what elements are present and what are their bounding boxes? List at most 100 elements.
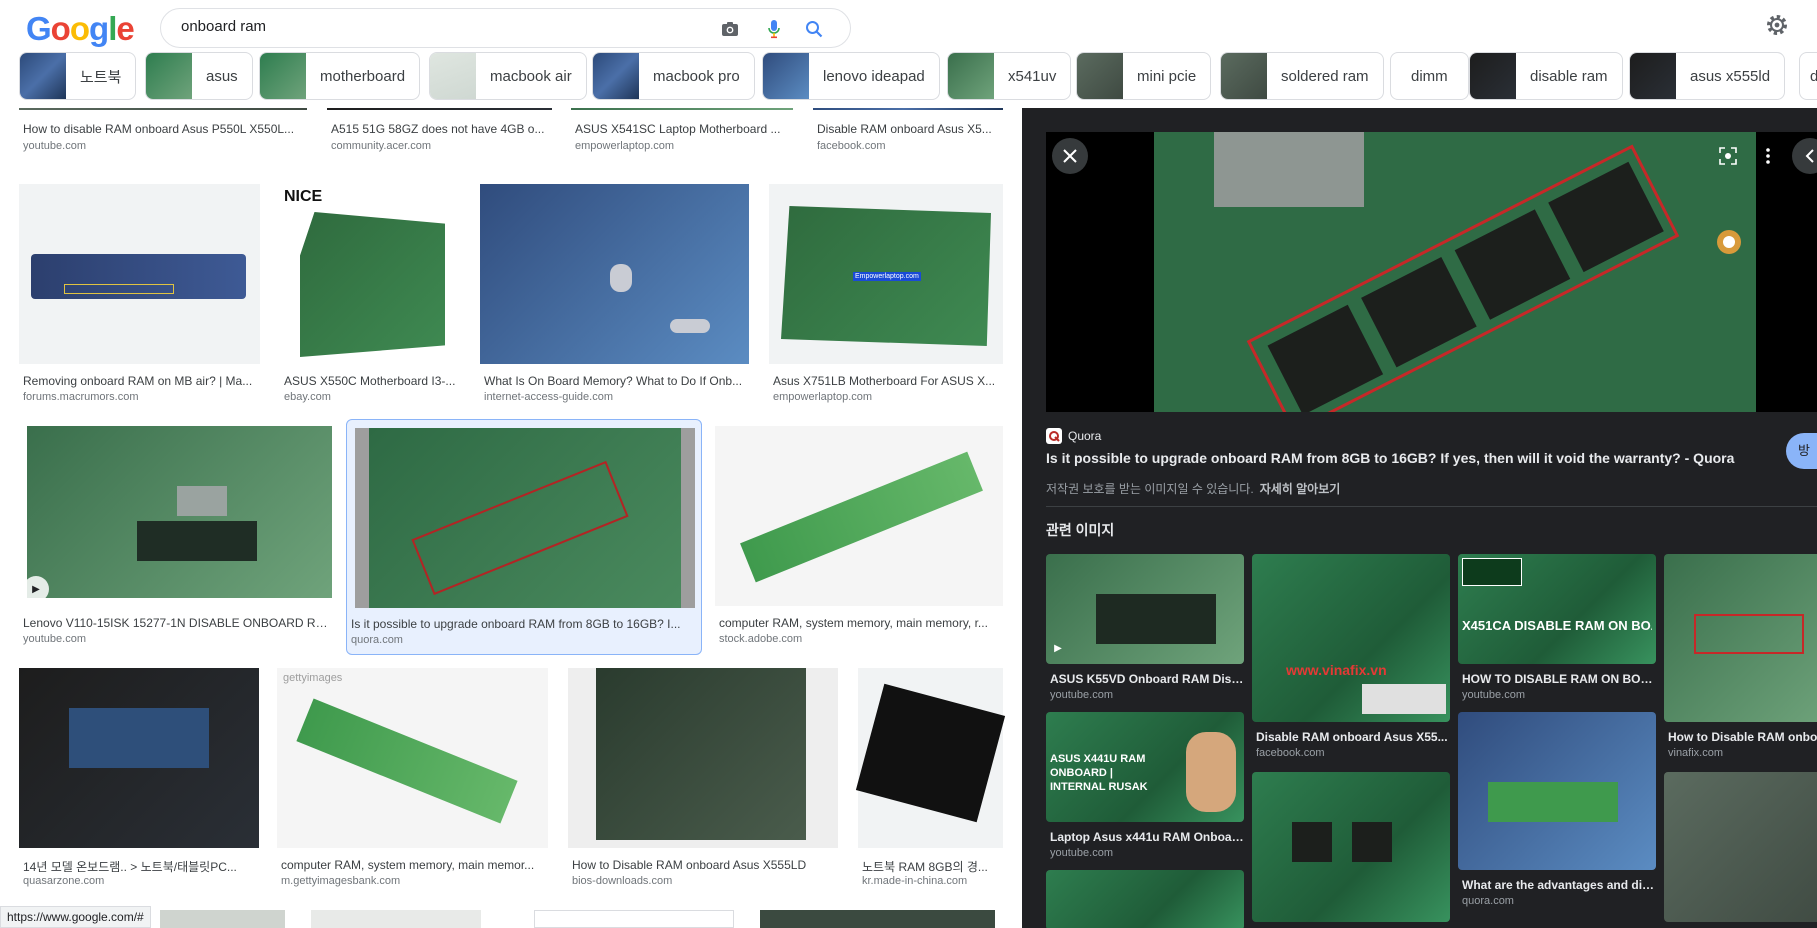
- panel-title[interactable]: Is it possible to upgrade onboard RAM fr…: [1046, 450, 1734, 466]
- result-title: 14년 모델 온보드램.. > 노트북/태블릿PC...: [23, 860, 237, 874]
- logo-letter: o: [50, 10, 71, 47]
- result-source: empowerlaptop.com: [575, 140, 675, 152]
- result-card[interactable]: What Is On Board Memory? What to Do If O…: [480, 184, 749, 404]
- result-title: Removing onboard RAM on MB air? | Ma...: [23, 374, 253, 388]
- chip[interactable]: asus: [145, 52, 253, 100]
- result-title: Lenovo V110-15ISK 15277-1N DISABLE ONBOA…: [23, 616, 331, 630]
- search-icon[interactable]: [803, 18, 825, 40]
- chip-thumbnail: [763, 53, 809, 99]
- result-image: NICE: [280, 184, 460, 364]
- result-card[interactable]: [534, 910, 734, 928]
- related-image: [1664, 772, 1817, 922]
- chip[interactable]: mini pcie: [1076, 52, 1212, 100]
- related-source: quora.com: [1462, 895, 1514, 907]
- google-logo[interactable]: Google: [26, 10, 135, 48]
- result-card[interactable]: A515 51G 58GZ does not have 4GB o... com…: [327, 108, 552, 160]
- chip-thumbnail: [593, 53, 639, 99]
- chip[interactable]: lenovo ideapad: [762, 52, 940, 100]
- related-title: Laptop Asus x441u RAM Onboar...: [1050, 830, 1244, 844]
- logo-letter: e: [116, 10, 134, 47]
- related-source: youtube.com: [1050, 689, 1113, 701]
- logo-letter: G: [26, 10, 52, 47]
- result-source: stock.adobe.com: [719, 633, 803, 645]
- related-image-card[interactable]: How to Disable RAM onboa... vinafix.com: [1664, 554, 1817, 764]
- result-card[interactable]: 노트북 RAM 8GB의 경... kr.made-in-china.com: [855, 668, 1006, 888]
- result-source: quasarzone.com: [23, 875, 105, 887]
- related-image: [1046, 870, 1244, 928]
- chip[interactable]: motherboard: [259, 52, 421, 100]
- related-image-card[interactable]: What are the advantages and dis... quora…: [1458, 712, 1656, 922]
- result-card[interactable]: NICE ASUS X550C Motherboard I3-... ebay.…: [280, 184, 460, 404]
- chip-thumbnail: [1630, 53, 1676, 99]
- related-image-card[interactable]: [1046, 870, 1244, 928]
- chip[interactable]: asus x555ld: [1629, 52, 1786, 100]
- result-image: [355, 428, 695, 608]
- result-card[interactable]: ▶ Lenovo V110-15ISK 15277-1N DISABLE ONB…: [19, 426, 332, 646]
- microphone-icon[interactable]: [763, 18, 785, 40]
- chip-thumbnail: [430, 53, 476, 99]
- chevron-left-icon[interactable]: [1792, 138, 1817, 174]
- related-image-card[interactable]: X451CA DISABLE RAM ON BOARD HOW TO DISAB…: [1458, 554, 1656, 704]
- related-image: [1458, 712, 1656, 870]
- result-card[interactable]: How to disable RAM onboard Asus P550L X5…: [19, 108, 307, 160]
- related-image: [1252, 772, 1450, 922]
- chip[interactable]: dimm: [1390, 52, 1469, 100]
- result-card[interactable]: ASUS X541SC Laptop Motherboard ... empow…: [571, 108, 793, 160]
- chip[interactable]: di: [1799, 52, 1817, 100]
- result-source: youtube.com: [23, 140, 86, 152]
- image-preview-panel: Quora Is it possible to upgrade onboard …: [1022, 108, 1817, 928]
- result-card[interactable]: gettyimages computer RAM, system memory,…: [277, 668, 548, 888]
- result-card[interactable]: Disable RAM onboard Asus X5... facebook.…: [813, 108, 1003, 160]
- chip[interactable]: soldered ram: [1220, 52, 1384, 100]
- related-image-card[interactable]: www.vinafix.vn Disable RAM onboard Asus …: [1252, 554, 1450, 764]
- result-source: bios-downloads.com: [572, 875, 673, 887]
- more-options-icon[interactable]: [1750, 138, 1786, 174]
- result-title: Is it possible to upgrade onboard RAM fr…: [351, 617, 681, 631]
- chip[interactable]: macbook pro: [592, 52, 755, 100]
- lens-icon[interactable]: [1710, 138, 1746, 174]
- result-card[interactable]: [760, 910, 995, 928]
- related-source: facebook.com: [1256, 747, 1325, 759]
- close-icon[interactable]: [1052, 138, 1088, 174]
- chip-label: asus: [206, 67, 238, 85]
- search-input[interactable]: [181, 18, 681, 35]
- logo-letter: o: [69, 10, 90, 47]
- result-source: internet-access-guide.com: [484, 391, 614, 403]
- camera-icon[interactable]: [719, 18, 741, 40]
- image-overlay-text: www.vinafix.vn: [1286, 662, 1387, 678]
- result-image: gettyimages: [277, 668, 548, 848]
- result-source: kr.made-in-china.com: [862, 875, 968, 887]
- quora-icon: [1046, 428, 1062, 444]
- result-card[interactable]: [311, 910, 481, 928]
- result-image: [568, 668, 838, 848]
- related-image-card[interactable]: ▶ ASUS K55VD Onboard RAM Disa... youtube…: [1046, 554, 1244, 704]
- result-source: facebook.com: [817, 140, 886, 152]
- result-card[interactable]: [160, 910, 285, 928]
- image-overlay-text: X451CA DISABLE RAM ON BOARD: [1462, 618, 1652, 633]
- gear-icon[interactable]: [1764, 12, 1790, 38]
- logo-letter: g: [89, 10, 109, 47]
- result-card[interactable]: Empowerlaptop.com Asus X751LB Motherboar…: [769, 184, 1003, 404]
- result-card[interactable]: How to Disable RAM onboard Asus X555LD b…: [568, 668, 838, 888]
- divider: [1046, 506, 1817, 507]
- preview-image[interactable]: [1154, 132, 1756, 433]
- result-title: ASUS X541SC Laptop Motherboard ...: [575, 122, 781, 136]
- result-card-selected[interactable]: Is it possible to upgrade onboard RAM fr…: [346, 419, 702, 655]
- chip[interactable]: 노트북: [19, 52, 137, 100]
- chip[interactable]: disable ram: [1469, 52, 1623, 100]
- result-card[interactable]: computer RAM, system memory, main memory…: [715, 426, 1003, 646]
- chip[interactable]: macbook air: [429, 52, 587, 100]
- result-card[interactable]: Removing onboard RAM on MB air? | Ma... …: [19, 184, 260, 404]
- learn-more-link[interactable]: 자세히 알아보기: [1260, 482, 1341, 496]
- related-image: [1046, 554, 1244, 664]
- result-source: ebay.com: [284, 391, 331, 403]
- related-image-card[interactable]: [1252, 772, 1450, 922]
- visit-button[interactable]: 방: [1786, 433, 1817, 469]
- related-image-card[interactable]: [1664, 772, 1817, 922]
- site-attribution[interactable]: Quora: [1046, 426, 1101, 446]
- related-source: vinafix.com: [1668, 747, 1724, 759]
- result-card[interactable]: 14년 모델 온보드램.. > 노트북/태블릿PC... quasarzone.…: [19, 668, 259, 888]
- search-box: [160, 8, 851, 48]
- related-image-card[interactable]: ASUS X441U RAM ONBOARD | INTERNAL RUSAK …: [1046, 712, 1244, 862]
- chip[interactable]: x541uv: [947, 52, 1072, 100]
